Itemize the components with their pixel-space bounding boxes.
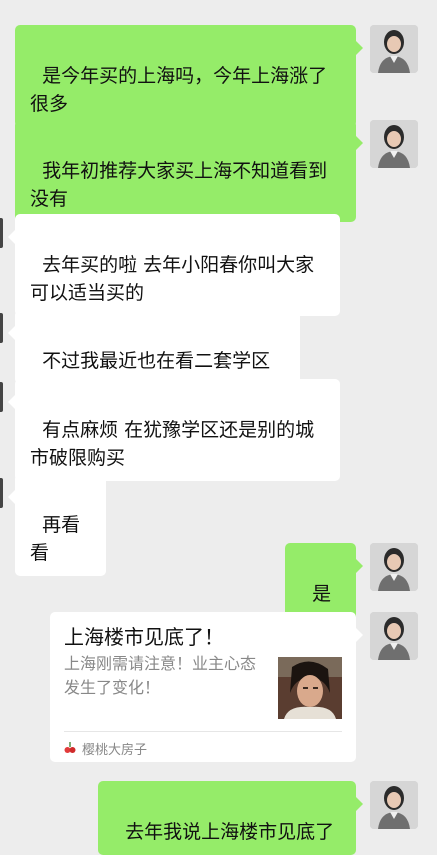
message-bubble-received[interactable]: 再看看 (8, 474, 106, 576)
link-card-title: 上海楼市见底了！ (64, 625, 224, 649)
message-bubble-sent[interactable]: 是今年买的上海吗，今年上海涨了 很多 (15, 25, 363, 127)
message-bubble-received[interactable]: 有点麻烦 在犹豫学区还是别的城 市破限购买 (8, 379, 340, 481)
user-avatar[interactable] (370, 543, 418, 591)
thumbnail-image (278, 657, 342, 719)
link-card-source: 樱桃大房子 (64, 738, 147, 758)
avatar-image (370, 781, 418, 829)
user-avatar[interactable] (370, 25, 418, 73)
avatar-edge (0, 218, 3, 248)
message-bubble-sent[interactable]: 我年初推荐大家买上海不知道看到 没有 (15, 120, 363, 222)
message-text: 有点麻烦 在犹豫学区还是别的城 市破限购买 (30, 419, 315, 469)
message-text: 去年买的啦 去年小阳春你叫大家 可以适当买的 (30, 254, 315, 304)
user-avatar[interactable] (370, 781, 418, 829)
link-card-divider (64, 731, 342, 732)
message-text: 不过我最近也在看二套学区 (42, 350, 271, 372)
message-text: 我年初推荐大家买上海不知道看到 没有 (30, 160, 328, 210)
message-text: 再看看 (30, 514, 81, 564)
avatar-edge (0, 478, 3, 508)
message-bubble-received[interactable]: 不过我最近也在看二套学区 (8, 310, 300, 384)
user-avatar[interactable] (370, 120, 418, 168)
message-text: 去年我说上海楼市见底了 (125, 821, 335, 843)
link-card-thumbnail (278, 657, 342, 719)
message-text: 是今年买的上海吗，今年上海涨了 很多 (30, 65, 328, 115)
link-card[interactable]: 上海楼市见底了！ 上海刚需请注意！业主心态发生了变化！ 樱桃大房子 (50, 612, 363, 762)
message-bubble-sent[interactable]: 去年我说上海楼市见底了 (98, 781, 363, 855)
avatar-image (370, 543, 418, 591)
link-card-source-name: 樱桃大房子 (82, 742, 148, 758)
avatar-edge (0, 382, 3, 412)
link-card-description: 上海刚需请注意！业主心态发生了变化！ (64, 654, 257, 697)
cherry-icon (64, 741, 76, 755)
user-avatar[interactable] (370, 612, 418, 660)
avatar-edge (0, 313, 3, 343)
avatar-image (370, 612, 418, 660)
message-bubble-received[interactable]: 去年买的啦 去年小阳春你叫大家 可以适当买的 (8, 214, 340, 316)
avatar-image (370, 25, 418, 73)
avatar-image (370, 120, 418, 168)
